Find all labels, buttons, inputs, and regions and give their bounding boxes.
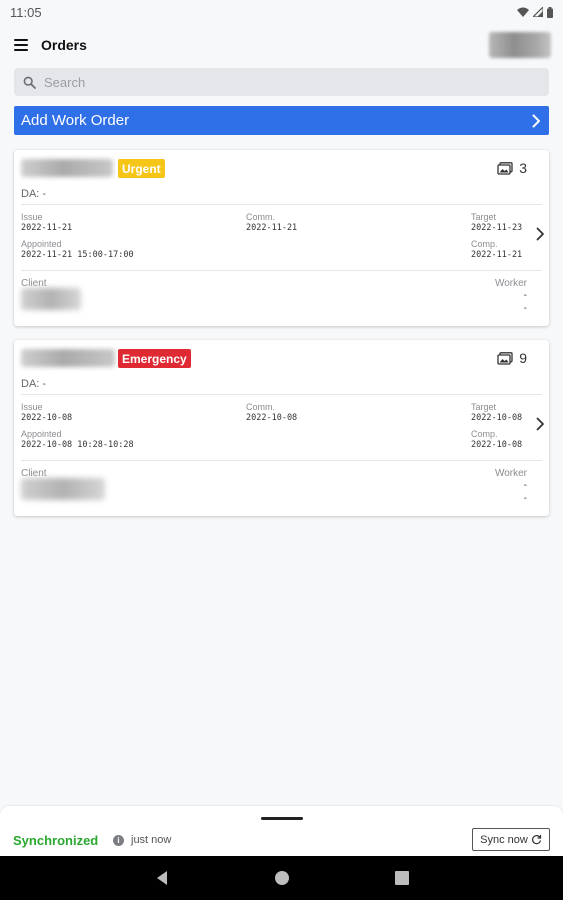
target-label: Target bbox=[471, 402, 497, 412]
wifi-icon bbox=[517, 7, 529, 17]
photos-icon bbox=[497, 161, 513, 175]
worker-label: Worker bbox=[494, 278, 527, 289]
issue-value: 2022-10-08 bbox=[21, 413, 73, 423]
order-card-header: Urgent 3 bbox=[14, 150, 549, 186]
client-worker-row: Client Worker - - bbox=[14, 461, 549, 513]
comp-value: 2022-10-08 bbox=[471, 440, 523, 450]
order-card[interactable]: Urgent 3 DA: - Issue 2022-11-21 Comm. 20… bbox=[14, 150, 549, 326]
worker-value: - bbox=[523, 290, 527, 301]
signal-icon bbox=[533, 7, 543, 17]
sync-time: just now bbox=[131, 834, 172, 846]
issue-label: Issue bbox=[21, 402, 43, 412]
priority-badge: Urgent bbox=[118, 159, 165, 178]
page-title: Orders bbox=[41, 37, 87, 53]
home-icon[interactable] bbox=[272, 868, 292, 888]
info-icon[interactable]: i bbox=[113, 835, 124, 846]
photos-icon bbox=[497, 351, 513, 365]
photo-count[interactable]: 3 bbox=[497, 160, 527, 176]
add-work-order-button[interactable]: Add Work Order bbox=[14, 106, 549, 135]
back-icon[interactable] bbox=[152, 868, 172, 888]
sync-now-label: Sync now bbox=[480, 833, 528, 846]
photo-count-value: 3 bbox=[519, 160, 527, 176]
appointed-value: 2022-11-21 15:00-17:00 bbox=[21, 250, 134, 260]
appointed-value: 2022-10-08 10:28-10:28 bbox=[21, 440, 134, 450]
comm-value: 2022-11-21 bbox=[246, 223, 298, 233]
menu-icon[interactable] bbox=[14, 39, 28, 51]
target-value: 2022-11-23 bbox=[471, 223, 523, 233]
client-worker-row: Client Worker - - bbox=[14, 271, 549, 323]
appointed-label: Appointed bbox=[21, 239, 62, 249]
recents-icon[interactable] bbox=[392, 868, 412, 888]
status-icons bbox=[517, 6, 553, 18]
worker-value: - bbox=[523, 303, 527, 314]
worker-value: - bbox=[523, 493, 527, 504]
search-input[interactable] bbox=[44, 74, 514, 90]
order-card-header: Emergency 9 bbox=[14, 340, 549, 376]
add-work-order-label: Add Work Order bbox=[21, 112, 130, 129]
system-nav-bar bbox=[0, 856, 563, 900]
order-card[interactable]: Emergency 9 DA: - Issue 2022-10-08 Comm.… bbox=[14, 340, 549, 516]
da-line: DA: - bbox=[21, 378, 47, 390]
target-label: Target bbox=[471, 212, 497, 222]
chevron-right-icon[interactable] bbox=[536, 417, 545, 431]
comm-label: Comm. bbox=[246, 402, 275, 412]
account-avatar[interactable] bbox=[489, 32, 551, 58]
comm-label: Comm. bbox=[246, 212, 275, 222]
comp-value: 2022-11-21 bbox=[471, 250, 523, 260]
order-title-redacted bbox=[21, 349, 115, 367]
sync-panel: Synchronized i just now Sync now bbox=[0, 806, 563, 856]
da-line: DA: - bbox=[21, 188, 47, 200]
comp-label: Comp. bbox=[471, 429, 498, 439]
chevron-right-icon[interactable] bbox=[536, 227, 545, 241]
comm-value: 2022-10-08 bbox=[246, 413, 298, 423]
order-title-redacted bbox=[21, 159, 113, 177]
battery-icon bbox=[547, 6, 553, 18]
refresh-icon bbox=[531, 835, 541, 845]
chevron-right-icon bbox=[532, 114, 540, 127]
client-name-redacted bbox=[21, 288, 81, 310]
worker-label: Worker bbox=[494, 468, 527, 479]
priority-badge: Emergency bbox=[118, 349, 191, 368]
target-value: 2022-10-08 bbox=[471, 413, 523, 423]
sync-now-button[interactable]: Sync now bbox=[472, 828, 550, 851]
comp-label: Comp. bbox=[471, 239, 498, 249]
worker-value: - bbox=[523, 480, 527, 491]
issue-label: Issue bbox=[21, 212, 43, 222]
status-bar: 11:05 bbox=[0, 0, 563, 24]
search-icon bbox=[23, 76, 36, 89]
app-bar: Orders bbox=[0, 30, 563, 60]
client-name-redacted bbox=[21, 478, 105, 500]
order-dates: Issue 2022-11-21 Comm. 2022-11-21 Target… bbox=[14, 205, 549, 270]
appointed-label: Appointed bbox=[21, 429, 62, 439]
order-dates: Issue 2022-10-08 Comm. 2022-10-08 Target… bbox=[14, 395, 549, 460]
status-time: 11:05 bbox=[10, 4, 42, 20]
issue-value: 2022-11-21 bbox=[21, 223, 73, 233]
sync-status: Synchronized bbox=[13, 833, 99, 848]
photo-count-value: 9 bbox=[519, 350, 527, 366]
drag-handle[interactable] bbox=[261, 817, 303, 820]
photo-count[interactable]: 9 bbox=[497, 350, 527, 366]
search-bar[interactable] bbox=[14, 68, 549, 96]
